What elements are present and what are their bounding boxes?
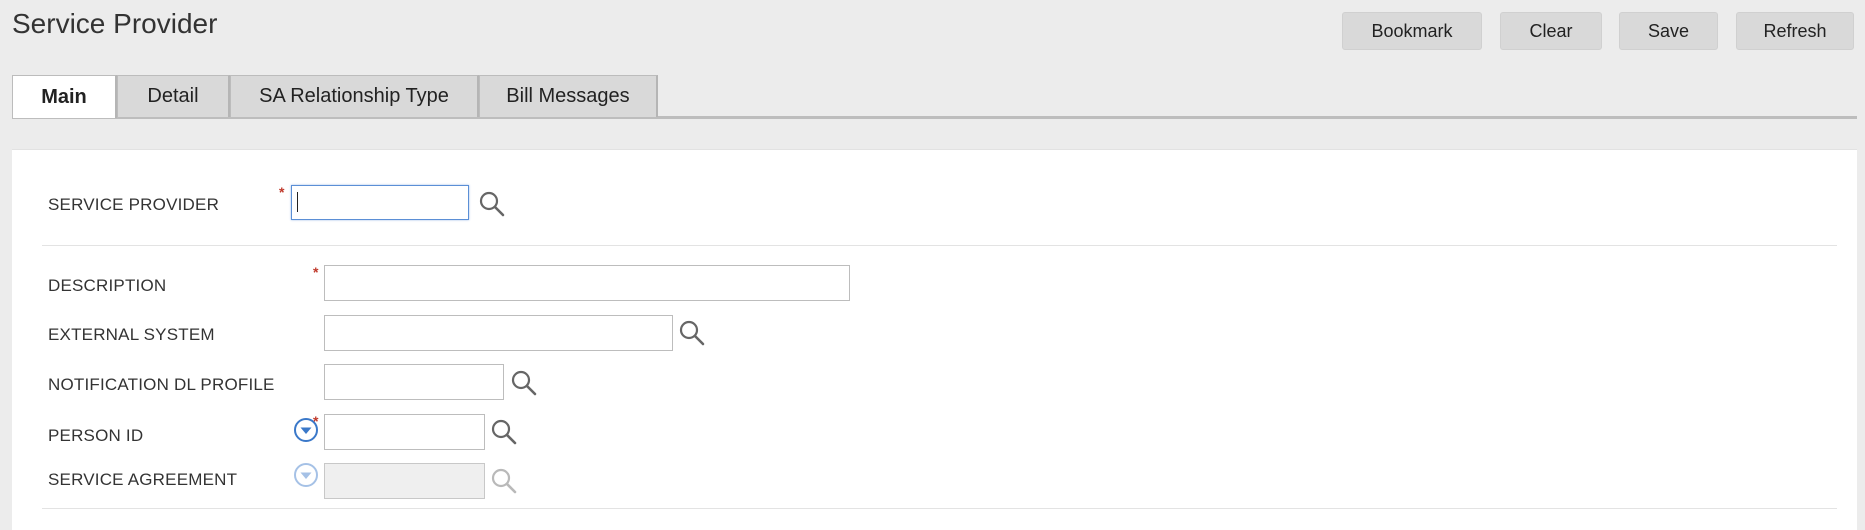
external-system-field[interactable] xyxy=(324,315,673,351)
form-panel xyxy=(12,149,1857,530)
section-divider xyxy=(42,508,1837,509)
clear-button[interactable]: Clear xyxy=(1500,12,1602,50)
section-divider xyxy=(42,245,1837,246)
external-system-label: EXTERNAL SYSTEM xyxy=(48,325,215,344)
bookmark-button[interactable]: Bookmark xyxy=(1342,12,1482,50)
search-icon[interactable] xyxy=(490,418,518,446)
notification-dl-profile-label: NOTIFICATION DL PROFILE xyxy=(48,375,275,394)
required-marker: * xyxy=(313,413,319,429)
search-icon xyxy=(491,468,517,494)
search-icon[interactable] xyxy=(678,319,706,347)
service-provider-field[interactable] xyxy=(291,185,469,220)
required-marker: * xyxy=(313,264,319,280)
description-label: DESCRIPTION xyxy=(48,276,167,295)
text-caret xyxy=(297,192,298,212)
search-icon[interactable] xyxy=(510,369,538,397)
description-field[interactable] xyxy=(324,265,850,301)
required-marker: * xyxy=(279,184,285,200)
tab-main[interactable]: Main xyxy=(12,75,117,118)
tab-bill-messages[interactable]: Bill Messages xyxy=(479,75,658,117)
service-agreement-field xyxy=(324,463,485,499)
refresh-button[interactable]: Refresh xyxy=(1736,12,1854,50)
service-provider-label: SERVICE PROVIDER xyxy=(48,195,220,214)
chevron-down-circle-icon xyxy=(294,463,318,487)
notification-dl-profile-field[interactable] xyxy=(324,364,504,400)
tab-bar: Main Detail SA Relationship Type Bill Me… xyxy=(12,75,1857,119)
save-button[interactable]: Save xyxy=(1619,12,1718,50)
search-icon[interactable] xyxy=(478,190,506,218)
page-title: Service Provider xyxy=(12,8,218,39)
person-id-label: PERSON ID xyxy=(48,426,144,445)
service-agreement-label: SERVICE AGREEMENT xyxy=(48,470,238,489)
tab-detail[interactable]: Detail xyxy=(117,75,230,117)
tab-sa-relationship-type[interactable]: SA Relationship Type xyxy=(230,75,479,117)
person-id-field[interactable] xyxy=(324,414,485,450)
